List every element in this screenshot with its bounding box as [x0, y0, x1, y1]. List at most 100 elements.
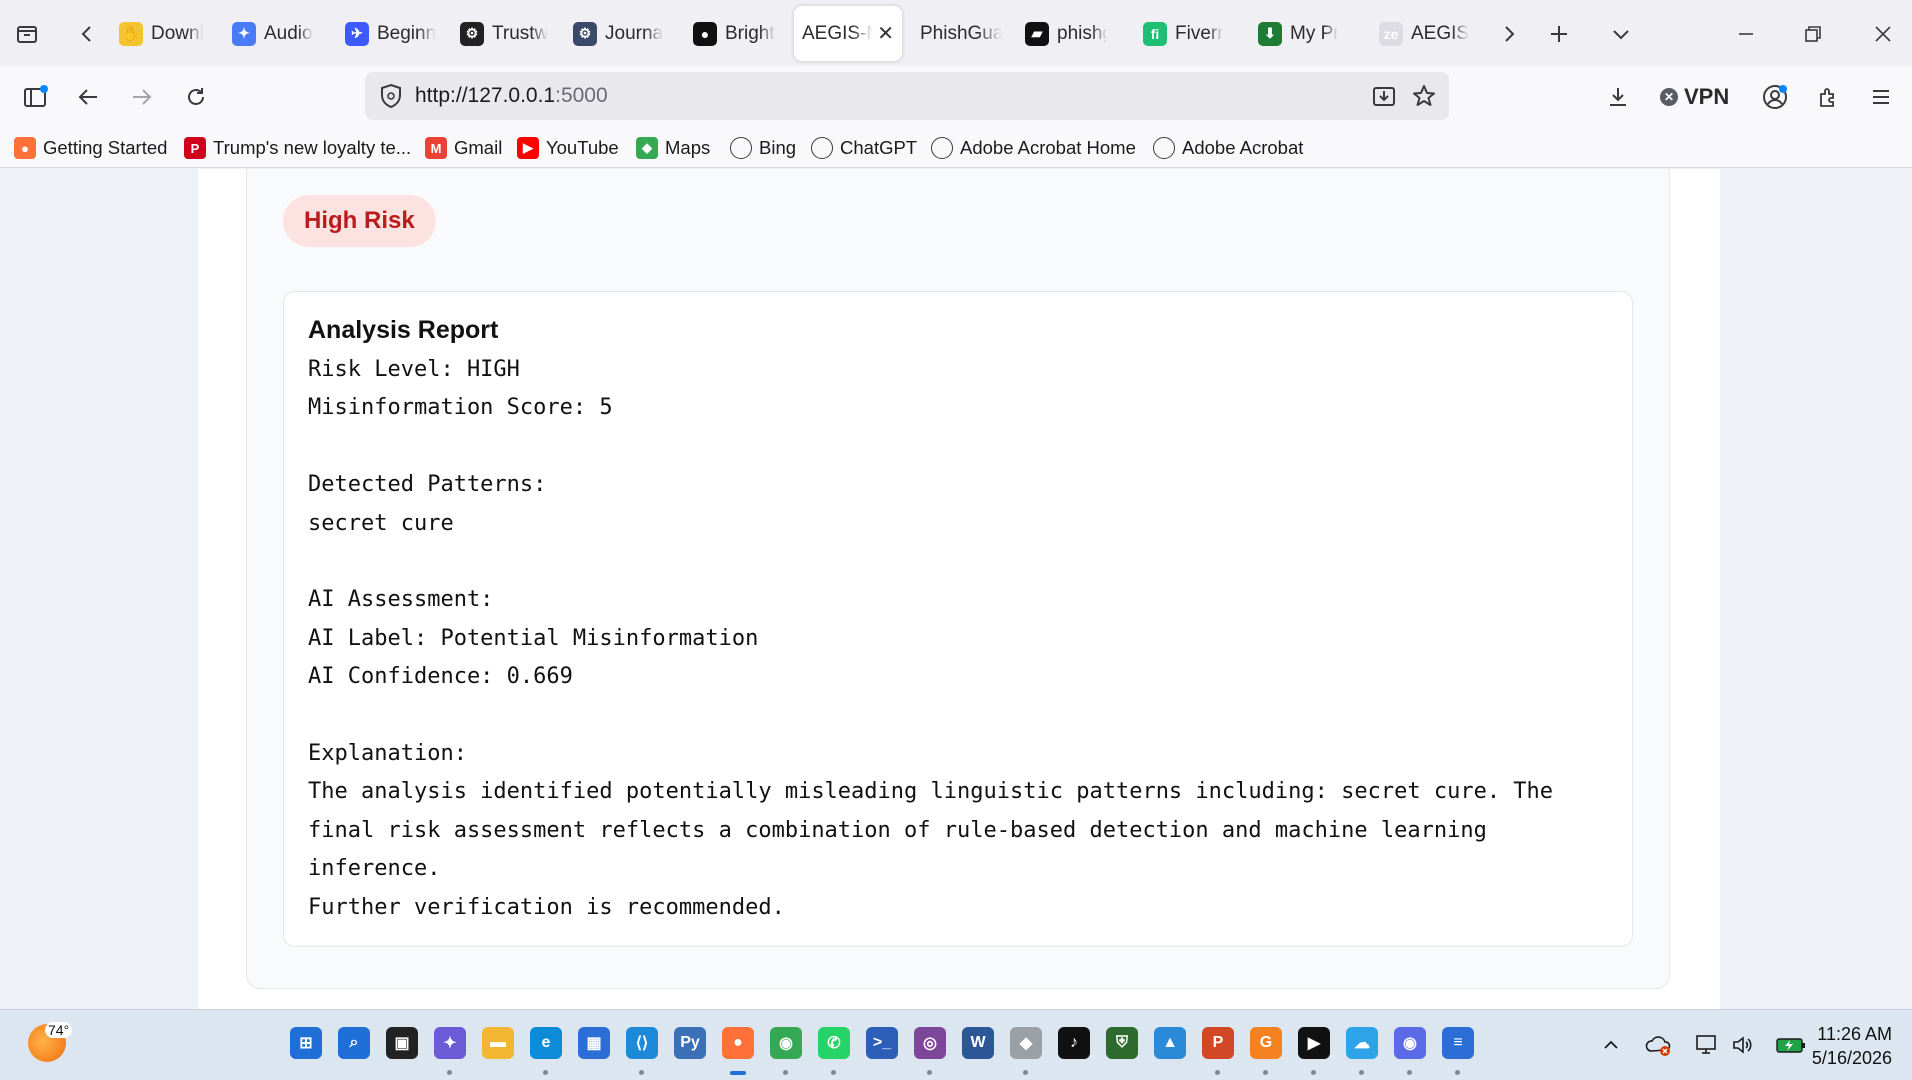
bookmark-item[interactable]: P Trump's new loyalty te... — [184, 134, 411, 162]
firefox-icon[interactable]: ● — [722, 1027, 754, 1059]
active-app-indicator — [730, 1071, 746, 1075]
tab-label: AEGIS — [1411, 22, 1470, 44]
bookmark-item[interactable]: M Gmail — [425, 134, 502, 162]
browser-tab[interactable]: ⚙ Journa — [565, 6, 675, 61]
bookmark-item[interactable]: ▶ YouTube — [517, 134, 619, 162]
sidebar-toggle-icon[interactable] — [16, 78, 54, 116]
scroll-tabs-left-icon[interactable] — [74, 14, 100, 54]
page-viewport[interactable]: High Risk Analysis Report Risk Level: HI… — [0, 169, 1912, 1009]
bookmark-item[interactable]: ◆ Maps — [636, 134, 710, 162]
clock[interactable]: 11:26 AM 5/16/2026 — [1800, 1022, 1892, 1070]
page-container: High Risk Analysis Report Risk Level: HI… — [198, 169, 1720, 1009]
close-window-icon[interactable] — [1870, 14, 1896, 54]
browser-tab[interactable]: fi Fiverr — [1135, 6, 1231, 61]
vscode-icon[interactable]: ⟨⟩ — [626, 1027, 658, 1059]
volume-icon[interactable] — [1726, 1028, 1760, 1062]
bookmark-item[interactable]: ChatGPT — [811, 134, 917, 162]
network-icon[interactable] — [1690, 1028, 1724, 1062]
bookmark-label: Bing — [759, 137, 797, 158]
browser-tab[interactable]: AEGIS-M✕ — [794, 6, 902, 61]
edge-icon[interactable]: e — [530, 1027, 562, 1059]
navigation-toolbar: http://127.0.0.1:5000 ✕ VPN — [0, 66, 1912, 128]
photos-icon[interactable]: ▲ — [1154, 1027, 1186, 1059]
back-icon[interactable] — [69, 78, 107, 116]
browser-tab[interactable]: ✦ Audio — [224, 6, 326, 61]
gear-icon: ⚙ — [573, 21, 597, 46]
url-port: :5000 — [555, 84, 608, 107]
browser-tab[interactable]: ⚙ Trustw — [452, 6, 558, 61]
bookmark-label: Adobe Acrobat Home — [960, 137, 1136, 158]
list-all-tabs-icon[interactable] — [1608, 14, 1634, 54]
task-view-icon[interactable]: ▣ — [386, 1027, 418, 1059]
running-app-indicator — [831, 1070, 836, 1075]
browser-tab[interactable]: PhishGuar — [912, 6, 1010, 61]
bookmark-item[interactable]: Adobe Acrobat — [1153, 134, 1303, 162]
python-icon[interactable]: Py — [674, 1027, 706, 1059]
chat-app-icon[interactable]: ◉ — [1394, 1027, 1426, 1059]
shield-app-icon[interactable]: ⛨ — [1106, 1027, 1138, 1059]
clock-date: 5/16/2026 — [1811, 1048, 1892, 1068]
browser-tab[interactable]: ● Bright — [685, 6, 793, 61]
address-bar[interactable]: http://127.0.0.1:5000 — [365, 72, 1449, 120]
url-text[interactable]: http://127.0.0.1:5000 — [415, 84, 608, 108]
running-app-indicator — [1407, 1070, 1412, 1075]
ze-icon: ze — [1379, 21, 1403, 46]
close-tab-icon[interactable]: ✕ — [877, 21, 894, 46]
running-app-indicator — [1263, 1070, 1268, 1075]
account-icon[interactable] — [1756, 78, 1794, 116]
chrome-icon[interactable]: ◉ — [770, 1027, 802, 1059]
bookmark-label: Getting Started — [43, 137, 168, 158]
vpn-button[interactable]: ✕ VPN — [1660, 84, 1729, 110]
cloud-files-icon[interactable]: ☁ — [1346, 1027, 1378, 1059]
system-tray — [1580, 1028, 1808, 1062]
restore-icon[interactable] — [1800, 14, 1826, 54]
powershell-icon[interactable]: >_ — [866, 1027, 898, 1059]
bookmark-item[interactable]: ● Getting Started — [14, 134, 167, 162]
notepad-icon[interactable]: ≡ — [1442, 1027, 1474, 1059]
orange-app-icon[interactable]: G — [1250, 1027, 1282, 1059]
whatsapp-icon[interactable]: ✆ — [818, 1027, 850, 1059]
tab-label: PhishGuar — [920, 22, 1002, 44]
app-menu-icon[interactable] — [1862, 78, 1900, 116]
downloads-icon[interactable] — [1599, 78, 1637, 116]
bookmark-star-icon[interactable] — [1408, 80, 1440, 112]
running-app-indicator — [1023, 1070, 1028, 1075]
copilot-icon[interactable]: ✦ — [434, 1027, 466, 1059]
store-icon[interactable]: ▦ — [578, 1027, 610, 1059]
report-title: Analysis Report — [308, 316, 499, 344]
browser-tab[interactable]: ⬇ My Pr — [1250, 6, 1346, 61]
minimize-icon[interactable] — [1733, 14, 1759, 54]
weather-temperature: 74° — [45, 1022, 73, 1038]
tab-overview-icon[interactable] — [14, 14, 40, 54]
extensions-icon[interactable] — [1809, 78, 1847, 116]
browser-tab[interactable]: ✈ Beginn — [337, 6, 448, 61]
tiktok-icon[interactable]: ♪ — [1058, 1027, 1090, 1059]
new-tab-icon[interactable] — [1546, 14, 1572, 54]
browser-tab[interactable]: ✋ Downl — [111, 6, 211, 61]
media-player-icon[interactable]: ▶ — [1298, 1027, 1330, 1059]
browser-tab[interactable]: ze AEGIS — [1371, 6, 1483, 61]
running-app-indicator — [639, 1070, 644, 1075]
tor-icon[interactable]: ◎ — [914, 1027, 946, 1059]
p-icon: P — [184, 137, 206, 159]
reload-icon[interactable] — [177, 78, 215, 116]
onedrive-error-icon[interactable] — [1642, 1028, 1676, 1062]
forward-icon[interactable] — [123, 78, 161, 116]
app-gray-icon[interactable]: ◆ — [1010, 1027, 1042, 1059]
tracking-protection-icon[interactable] — [377, 82, 405, 110]
tab-label: Audio — [264, 22, 313, 44]
save-page-icon[interactable] — [1368, 80, 1400, 112]
bookmark-item[interactable]: Bing — [730, 134, 796, 162]
tab-label: My Pr — [1290, 22, 1338, 44]
file-explorer-icon[interactable]: ▬ — [482, 1027, 514, 1059]
tab-label: Downl — [151, 22, 203, 44]
windows-start-icon[interactable]: ⊞ — [290, 1027, 322, 1059]
tab-label: AEGIS-M — [802, 22, 873, 44]
scroll-tabs-right-icon[interactable] — [1496, 14, 1522, 54]
browser-tab[interactable]: ▰ phishg — [1017, 6, 1115, 61]
powerpoint-icon[interactable]: P — [1202, 1027, 1234, 1059]
tray-overflow-chevron-icon[interactable] — [1594, 1028, 1628, 1062]
word-icon[interactable]: W — [962, 1027, 994, 1059]
bookmark-item[interactable]: Adobe Acrobat Home — [931, 134, 1136, 162]
search-icon[interactable]: ⌕ — [338, 1027, 370, 1059]
